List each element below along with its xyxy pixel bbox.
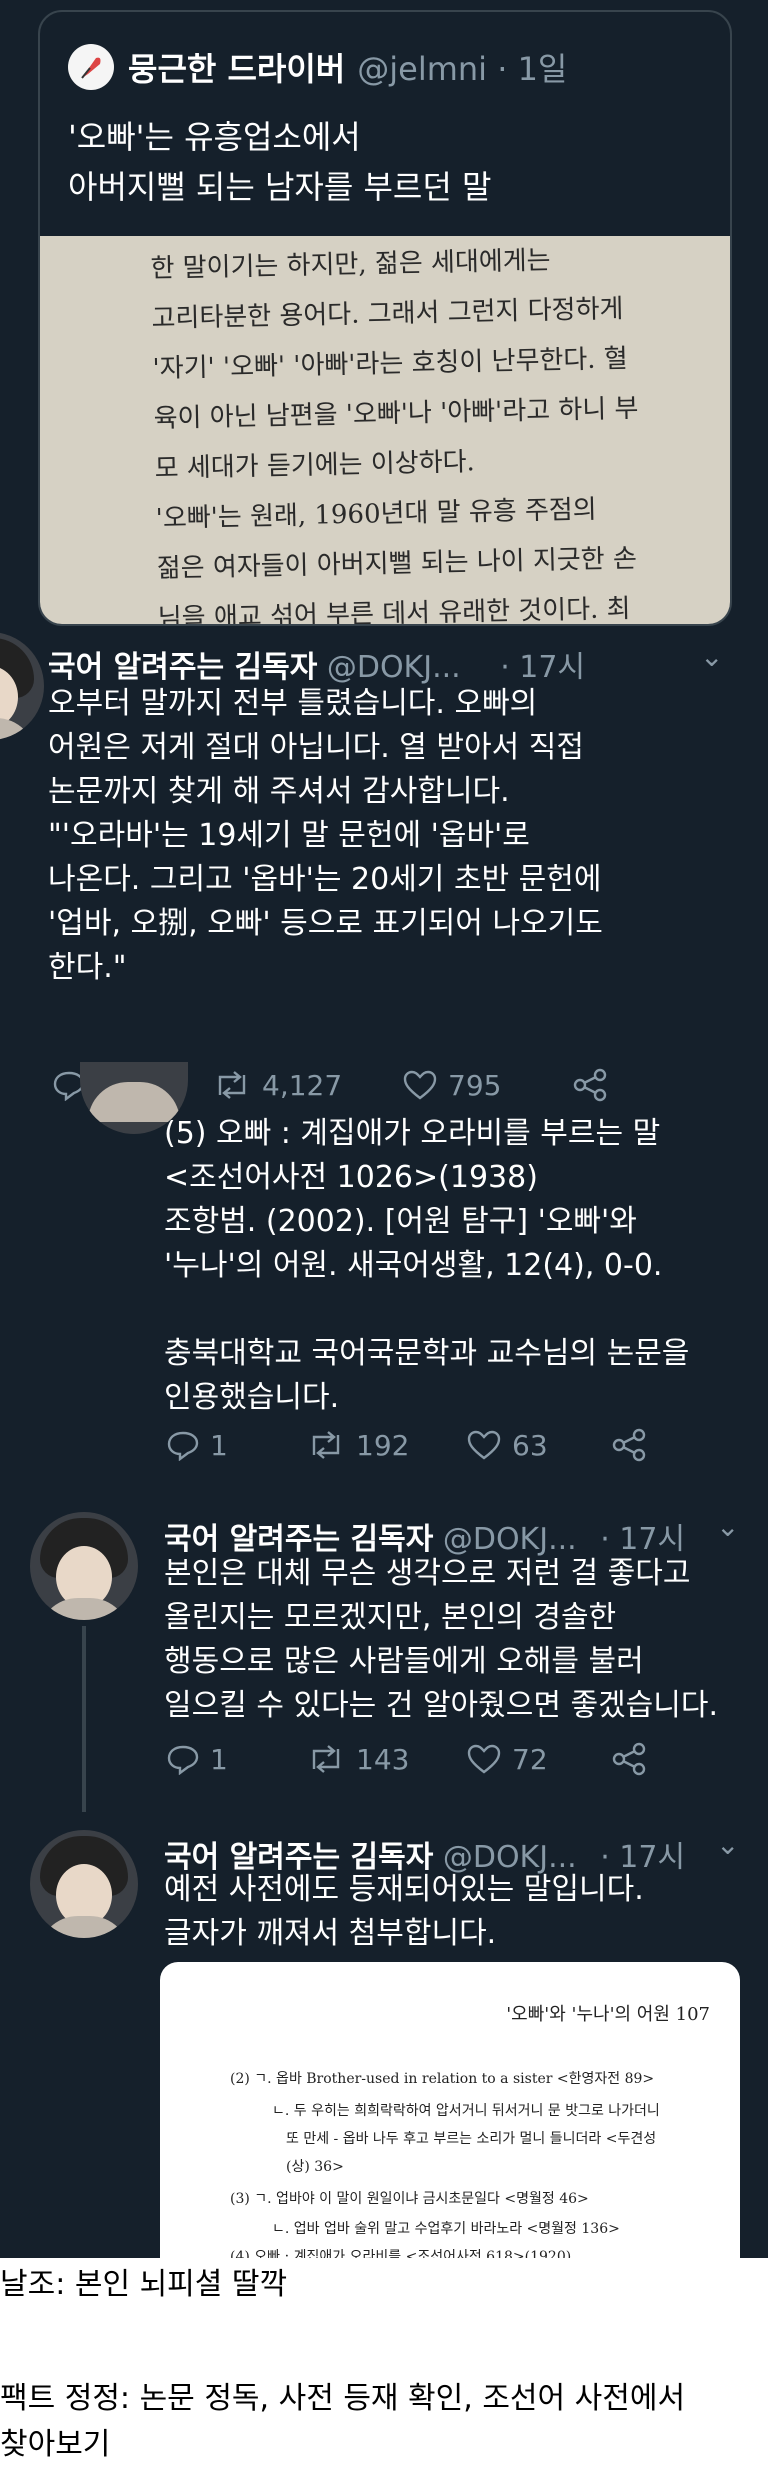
heart-icon	[467, 1744, 501, 1774]
tweet-actions: 1 192 63	[166, 1428, 647, 1462]
chevron-down-icon[interactable]: ⌄	[700, 640, 723, 673]
quoted-author-handle: @jelmni · 1일	[357, 50, 568, 88]
caption-fact-check-cont: 찾아보기	[0, 2427, 111, 2462]
caption-fabrication: 날조: 본인 뇌피셜 딸깍	[0, 2267, 288, 2302]
retweet-button[interactable]: 192	[306, 1429, 466, 1462]
attached-dictionary-image[interactable]: '오빠'와 '누나'의 어원 107 (2) ㄱ. 옵바 Brother-use…	[160, 1962, 740, 2258]
reply-button[interactable]: 1	[166, 1743, 306, 1776]
doc-line: 또 만세 - 옵바 나두 후고 부르는 소리가 멀니 들니더라 <두견성	[286, 2131, 657, 2147]
author-name[interactable]: 국어 알려주는 김독자	[48, 650, 317, 685]
book-page-text: 한 말이기는 하지만, 젊은 세대에게는 고리타분한 용어다. 그래서 그런지 …	[150, 236, 718, 624]
thread-line	[82, 1626, 86, 1812]
doc-line: (상) 36>	[286, 2159, 344, 2175]
tweet-text: 예전 사전에도 등재되어있는 말입니다. 글자가 깨져서 첨부합니다.	[164, 1872, 644, 1951]
tweet-text: 오부터 말까지 전부 틀렸습니다. 오빠의 어원은 저게 절대 아닙니다. 열 …	[48, 686, 603, 985]
quoted-tweet-card[interactable]: 뭉근한 드라이버 @jelmni · 1일 '오빠'는 유흥업소에서 아버지뻘 …	[38, 10, 732, 626]
like-button[interactable]: 72	[466, 1743, 611, 1776]
quoted-text-line: '오빠'는 유흥업소에서	[68, 118, 361, 156]
like-button[interactable]: 795	[402, 1069, 572, 1102]
chevron-down-icon[interactable]: ⌄	[716, 1510, 739, 1543]
share-icon	[612, 1428, 646, 1462]
doc-line: (2) ㄱ. 옵바 Brother-used in relation to a …	[230, 2071, 655, 2087]
tweet-thread-screenshot: 뭉근한 드라이버 @jelmni · 1일 '오빠'는 유흥업소에서 아버지뻘 …	[0, 0, 768, 2258]
share-icon	[612, 1742, 646, 1776]
tweet-time: · 17시	[500, 650, 586, 685]
retweet-button[interactable]: 4,127	[212, 1069, 402, 1102]
book-photo[interactable]: 한 말이기는 하지만, 젊은 세대에게는 고리타분한 용어다. 그래서 그런지 …	[40, 236, 730, 624]
reply-button[interactable]: 1	[166, 1429, 306, 1462]
tweet-header: 국어 알려주는 김독자 @DOKJ... · 17시	[48, 642, 585, 686]
tweet-text: 본인은 대체 무슨 생각으로 저런 걸 좋다고 올린지는 모르겠지만, 본인의 …	[164, 1556, 719, 1723]
doc-page-header: '오빠'와 '누나'의 어원 107	[506, 2004, 710, 2025]
like-count: 795	[448, 1068, 502, 1102]
quoted-text-line: 아버지뻘 되는 남자를 부르던 말	[68, 168, 492, 206]
doc-line: (4) 오빠 : 계집애가 오라비를 <조선어사전 618>(1920)	[230, 2249, 572, 2258]
author-avatar[interactable]	[30, 1830, 138, 1938]
reply-count: 1	[210, 1428, 228, 1462]
share-button[interactable]	[611, 1428, 647, 1462]
quoted-avatar[interactable]	[68, 44, 114, 90]
retweet-button[interactable]: 143	[306, 1743, 466, 1776]
share-button[interactable]	[611, 1742, 647, 1776]
retweet-icon	[312, 1745, 340, 1773]
heart-icon	[467, 1430, 501, 1460]
author-handle: @DOKJ...	[326, 650, 461, 685]
like-count: 63	[512, 1428, 548, 1462]
like-button[interactable]: 63	[466, 1429, 611, 1462]
retweet-count: 4,127	[262, 1068, 343, 1102]
like-count: 72	[512, 1742, 548, 1776]
heart-icon	[403, 1070, 437, 1100]
retweet-count: 192	[356, 1428, 410, 1462]
doc-line: ㄴ. 두 우히는 희희락락하여 압서거니 뒤서거니 문 밧그로 나가더니	[272, 2103, 660, 2119]
doc-line: ㄴ. 업바 업바 술위 말고 수업후기 바라노라 <명월정 136>	[272, 2221, 620, 2237]
retweet-icon	[218, 1071, 246, 1099]
tweet-actions: 1 143 72	[166, 1742, 647, 1776]
retweet-count: 143	[356, 1742, 410, 1776]
quoted-author-name[interactable]: 뭉근한 드라이버	[128, 44, 345, 90]
reply-count: 1	[210, 1742, 228, 1776]
retweet-icon	[312, 1431, 340, 1459]
quoted-tweet-header: 뭉근한 드라이버 @jelmni · 1일	[68, 42, 567, 92]
chevron-down-icon[interactable]: ⌄	[716, 1828, 739, 1861]
reply-icon	[167, 1745, 199, 1775]
share-button[interactable]	[572, 1068, 608, 1102]
quoted-tweet-text: '오빠'는 유흥업소에서 아버지뻘 되는 남자를 부르던 말	[68, 112, 708, 212]
caption-fact-check: 팩트 정정: 논문 정독, 사전 등재 확인, 조선어 사전에서	[0, 2381, 686, 2416]
doc-line: (3) ㄱ. 업바야 이 말이 원일이냐 금시초문일다 <명월정 46>	[230, 2191, 589, 2207]
feather-icon	[81, 57, 101, 79]
tweet-text: (5) 오빠 : 계집애가 오라비를 부르는 말 <조선어사전 1026>(19…	[164, 1116, 690, 1415]
author-avatar[interactable]	[0, 632, 44, 740]
author-avatar[interactable]	[30, 1512, 138, 1620]
share-icon	[573, 1068, 607, 1102]
reply-icon	[167, 1431, 199, 1461]
